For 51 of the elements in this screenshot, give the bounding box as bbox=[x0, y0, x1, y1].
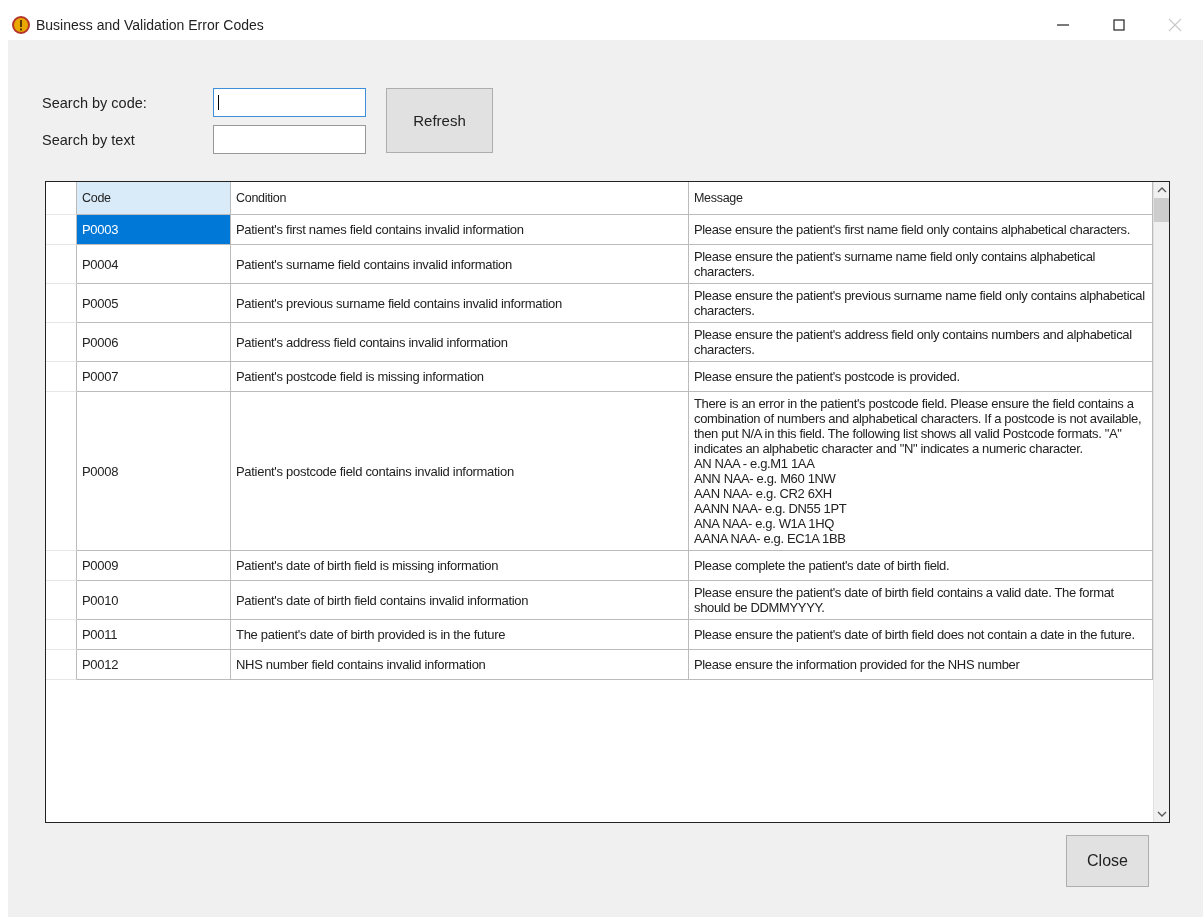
table-cell: NHS number field contains invalid information bbox=[231, 650, 689, 680]
row-header[interactable] bbox=[46, 620, 77, 650]
table-cell: Please ensure the patient's postcode is provided. bbox=[689, 362, 1153, 392]
field-label: Search by text bbox=[42, 131, 136, 148]
table-cell: Please ensure the patient's address field only contains numbers and alphabetical characters. bbox=[689, 323, 1153, 362]
column-header[interactable]: Code bbox=[77, 182, 231, 215]
row-header[interactable] bbox=[46, 551, 77, 581]
table-cell[interactable]: P0012 bbox=[77, 650, 231, 680]
row-header[interactable] bbox=[46, 323, 77, 362]
table-cell: Patient's surname field contains invalid information bbox=[231, 245, 689, 284]
table-cell: Please ensure the patient's date of birth field contains a valid date. The format should be DDMMYYYY. bbox=[689, 581, 1153, 620]
table-cell[interactable]: P0005 bbox=[77, 284, 231, 323]
column-header[interactable]: Condition bbox=[231, 182, 689, 215]
close-button[interactable]: Close bbox=[1066, 835, 1149, 887]
table-cell: Patient's postcode field contains invalid information bbox=[231, 392, 689, 551]
table-cell: Patient's first names field contains invalid information bbox=[231, 215, 689, 245]
table-cell: Patient's date of birth field is missing information bbox=[231, 551, 689, 581]
table-cell[interactable]: P0006 bbox=[77, 323, 231, 362]
window-title: Business and Validation Error Codes bbox=[36, 17, 264, 33]
row-header[interactable] bbox=[46, 362, 77, 392]
table-cell: Please ensure the patient's surname name field only contains alphabetical characters. bbox=[689, 245, 1153, 284]
field-label: Search by code: bbox=[42, 94, 148, 111]
row-header[interactable] bbox=[46, 392, 77, 551]
table-cell: Please ensure the patient's date of birth field does not contain a date in the future. bbox=[689, 620, 1153, 650]
row-header[interactable] bbox=[46, 245, 77, 284]
table-cell: Patient's address field contains invalid information bbox=[231, 323, 689, 362]
search-field[interactable] bbox=[213, 125, 366, 154]
table-cell: Please complete the patient's date of birth field. bbox=[689, 551, 1153, 581]
table-cell: Please ensure the patient's previous surname name field only contains alphabetical characters. bbox=[689, 284, 1153, 323]
scroll-thumb[interactable] bbox=[1154, 198, 1169, 222]
table-cell[interactable]: P0007 bbox=[77, 362, 231, 392]
row-header[interactable] bbox=[46, 284, 77, 323]
column-header[interactable]: Message bbox=[689, 182, 1153, 215]
app-icon bbox=[12, 16, 30, 34]
table-cell[interactable]: P0004 bbox=[77, 245, 231, 284]
table-cell: Please ensure the patient's first name field only contains alphabetical characters. bbox=[689, 215, 1153, 245]
table-cell: The patient's date of birth provided is in the future bbox=[231, 620, 689, 650]
table-cell[interactable]: P0009 bbox=[77, 551, 231, 581]
table-cell: Patient's postcode field is missing information bbox=[231, 362, 689, 392]
scrollbar[interactable] bbox=[1153, 182, 1169, 822]
table-cell[interactable]: P0008 bbox=[77, 392, 231, 551]
row-header[interactable] bbox=[46, 581, 77, 620]
table-cell[interactable]: P0011 bbox=[77, 620, 231, 650]
table-cell: Patient's date of birth field contains invalid information bbox=[231, 581, 689, 620]
row-header[interactable] bbox=[46, 650, 77, 680]
table-cell: Please ensure the information provided for the NHS number bbox=[689, 650, 1153, 680]
table-cell[interactable]: P0010 bbox=[77, 581, 231, 620]
table-cell: Patient's previous surname field contains invalid information bbox=[231, 284, 689, 323]
refresh-button[interactable]: Refresh bbox=[386, 88, 493, 153]
table-cell[interactable]: P0003 bbox=[77, 215, 231, 245]
search-field[interactable] bbox=[213, 88, 366, 117]
